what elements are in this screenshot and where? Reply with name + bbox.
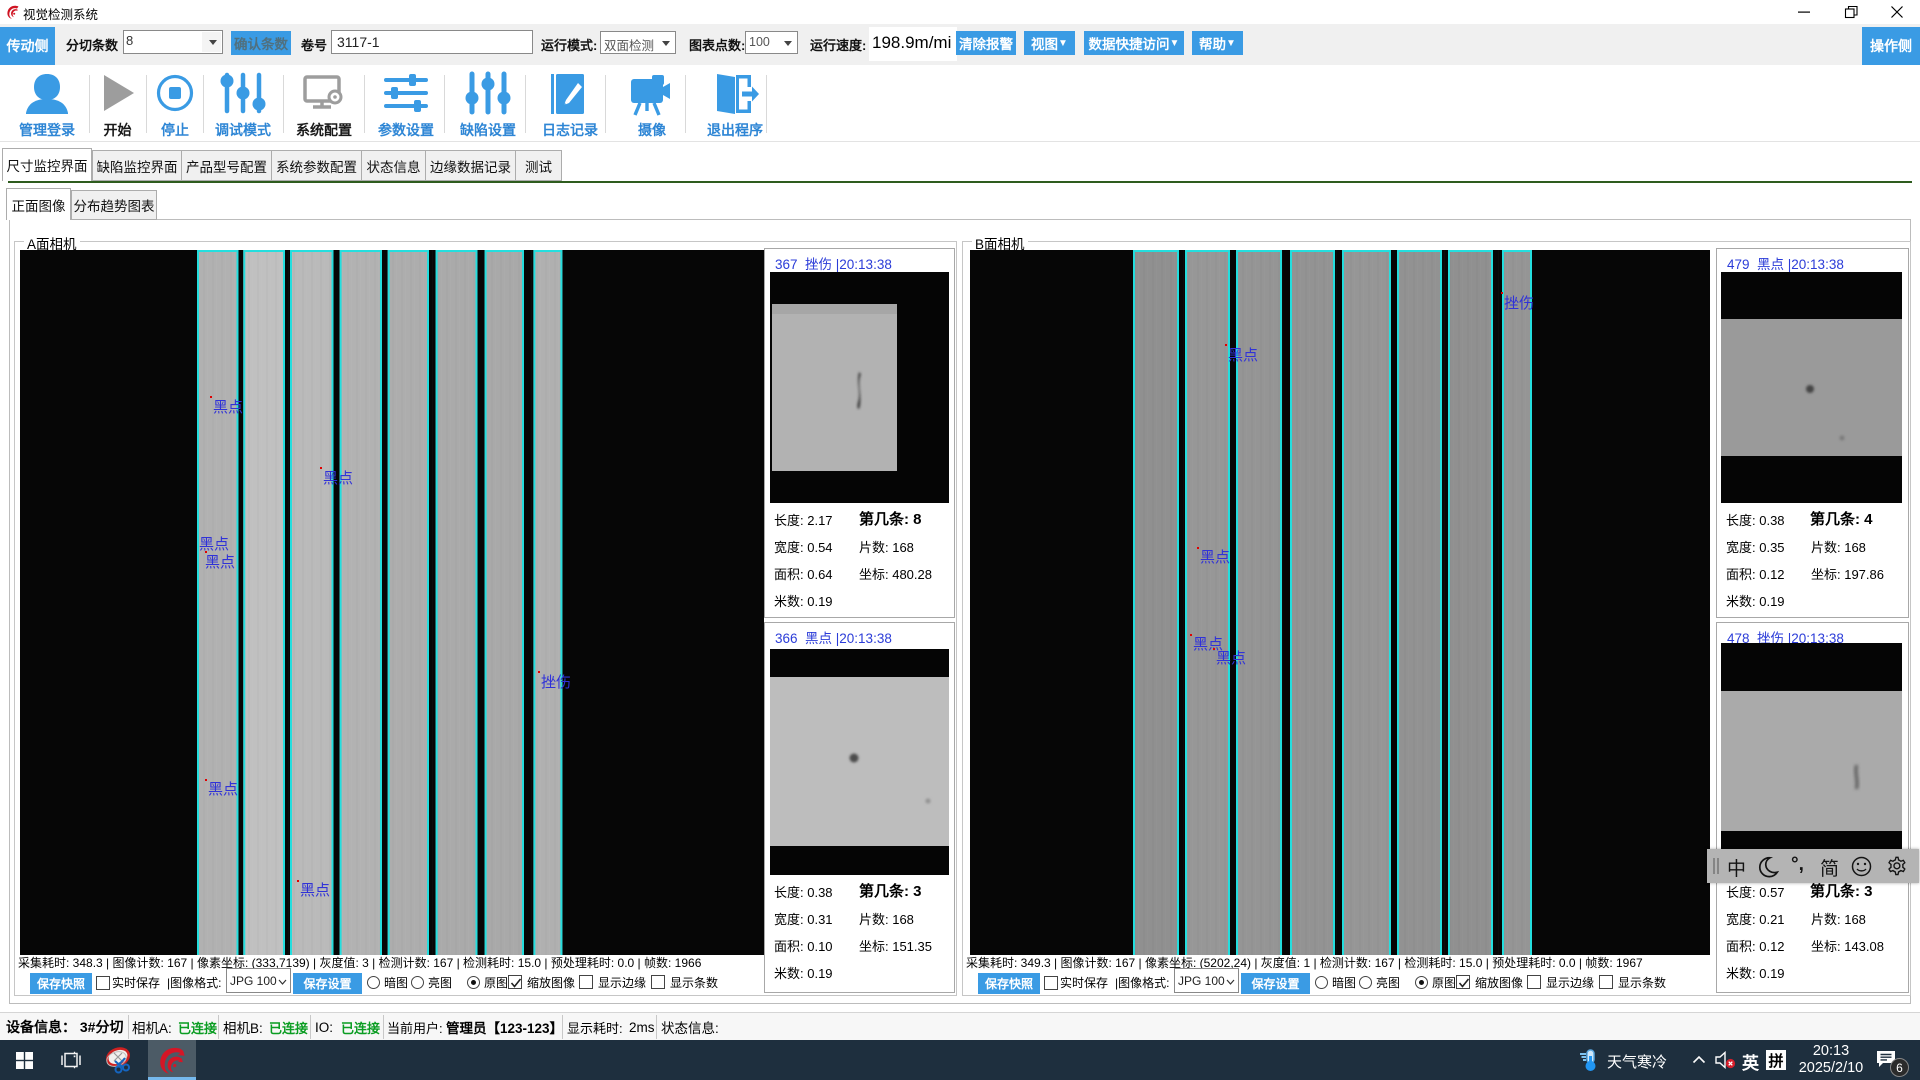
svg-text:挫伤: 挫伤 [1504, 295, 1534, 312]
svg-text:黑点: 黑点 [205, 554, 235, 571]
svg-text:黑点: 黑点 [323, 470, 353, 487]
svg-text:黑点: 黑点 [208, 781, 238, 798]
svg-text:黑点: 黑点 [300, 882, 330, 899]
svg-text:挫伤: 挫伤 [541, 674, 571, 691]
svg-text:黑点: 黑点 [213, 399, 243, 416]
svg-text:黑点: 黑点 [1228, 347, 1258, 364]
svg-text:黑点: 黑点 [1200, 549, 1230, 566]
svg-text:黑点: 黑点 [199, 536, 229, 553]
svg-text:黑点: 黑点 [1216, 650, 1246, 667]
